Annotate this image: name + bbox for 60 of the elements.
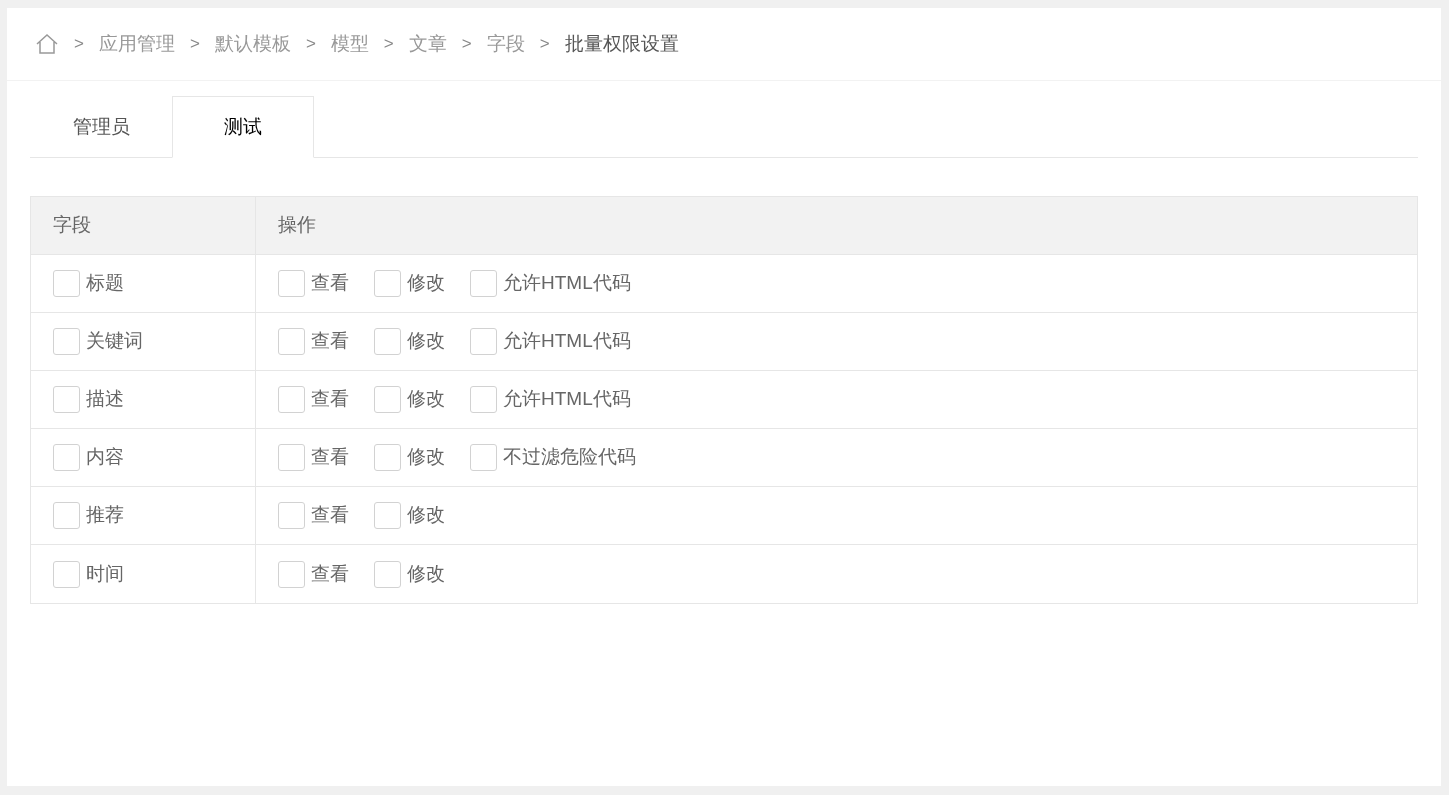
checkbox[interactable] bbox=[470, 270, 497, 297]
checkbox[interactable] bbox=[278, 386, 305, 413]
checkbox-label: 允许HTML代码 bbox=[503, 329, 631, 354]
home-icon[interactable] bbox=[35, 32, 59, 56]
checkbox-label: 修改 bbox=[407, 329, 445, 354]
breadcrumb-link[interactable]: 字段 bbox=[486, 29, 525, 59]
breadcrumb-separator: > bbox=[461, 33, 472, 56]
checkbox-label: 修改 bbox=[407, 561, 445, 586]
tab[interactable]: 测试 bbox=[172, 96, 314, 158]
checkbox[interactable] bbox=[278, 502, 305, 529]
checkbox[interactable] bbox=[53, 560, 80, 588]
checkbox[interactable] bbox=[374, 444, 401, 471]
checkbox-label: 关键词 bbox=[86, 329, 143, 354]
checkbox[interactable] bbox=[374, 386, 401, 413]
checkbox-label: 允许HTML代码 bbox=[503, 271, 631, 296]
checkbox-label: 内容 bbox=[86, 445, 124, 470]
checkbox-label: 标题 bbox=[86, 271, 124, 296]
checkbox-label: 时间 bbox=[86, 561, 124, 586]
column-header: 字段 bbox=[53, 213, 91, 238]
checkbox-label: 查看 bbox=[311, 503, 349, 528]
checkbox-label: 描述 bbox=[86, 387, 124, 412]
checkbox[interactable] bbox=[374, 328, 401, 355]
checkbox[interactable] bbox=[278, 328, 305, 355]
breadcrumb-link[interactable]: 模型 bbox=[330, 29, 369, 59]
checkbox[interactable] bbox=[374, 560, 401, 588]
checkbox-label: 允许HTML代码 bbox=[503, 387, 631, 412]
checkbox-label: 修改 bbox=[407, 387, 445, 412]
column-header: 操作 bbox=[278, 213, 316, 238]
checkbox[interactable] bbox=[278, 270, 305, 297]
checkbox[interactable] bbox=[53, 502, 80, 529]
checkbox[interactable] bbox=[470, 386, 497, 413]
checkbox[interactable] bbox=[374, 502, 401, 529]
checkbox[interactable] bbox=[53, 270, 80, 297]
breadcrumb-separator: > bbox=[189, 33, 200, 56]
checkbox[interactable] bbox=[53, 444, 80, 471]
checkbox-label: 查看 bbox=[311, 445, 349, 470]
checkbox[interactable] bbox=[53, 328, 80, 355]
checkbox[interactable] bbox=[470, 328, 497, 355]
checkbox-label: 修改 bbox=[407, 271, 445, 296]
tab[interactable]: 管理员 bbox=[30, 96, 172, 158]
checkbox[interactable] bbox=[278, 444, 305, 471]
checkbox-label: 修改 bbox=[407, 445, 445, 470]
checkbox-label: 推荐 bbox=[86, 503, 124, 528]
breadcrumb-link[interactable]: 应用管理 bbox=[98, 29, 175, 59]
checkbox-label: 查看 bbox=[311, 329, 349, 354]
checkbox[interactable] bbox=[470, 444, 497, 471]
breadcrumb-separator: > bbox=[305, 33, 316, 56]
breadcrumb-link[interactable]: 默认模板 bbox=[214, 29, 291, 59]
checkbox[interactable] bbox=[53, 386, 80, 413]
checkbox-label: 查看 bbox=[311, 387, 349, 412]
breadcrumb-separator: > bbox=[74, 33, 84, 56]
checkbox-label: 不过滤危险代码 bbox=[503, 445, 636, 470]
breadcrumb-link[interactable]: 文章 bbox=[408, 29, 447, 59]
checkbox-label: 修改 bbox=[407, 503, 445, 528]
breadcrumb-separator: > bbox=[383, 33, 394, 56]
breadcrumb-separator: > bbox=[539, 33, 550, 56]
checkbox[interactable] bbox=[374, 270, 401, 297]
checkbox-label: 查看 bbox=[311, 271, 349, 296]
checkbox-label: 查看 bbox=[311, 561, 349, 586]
checkbox[interactable] bbox=[278, 560, 305, 588]
